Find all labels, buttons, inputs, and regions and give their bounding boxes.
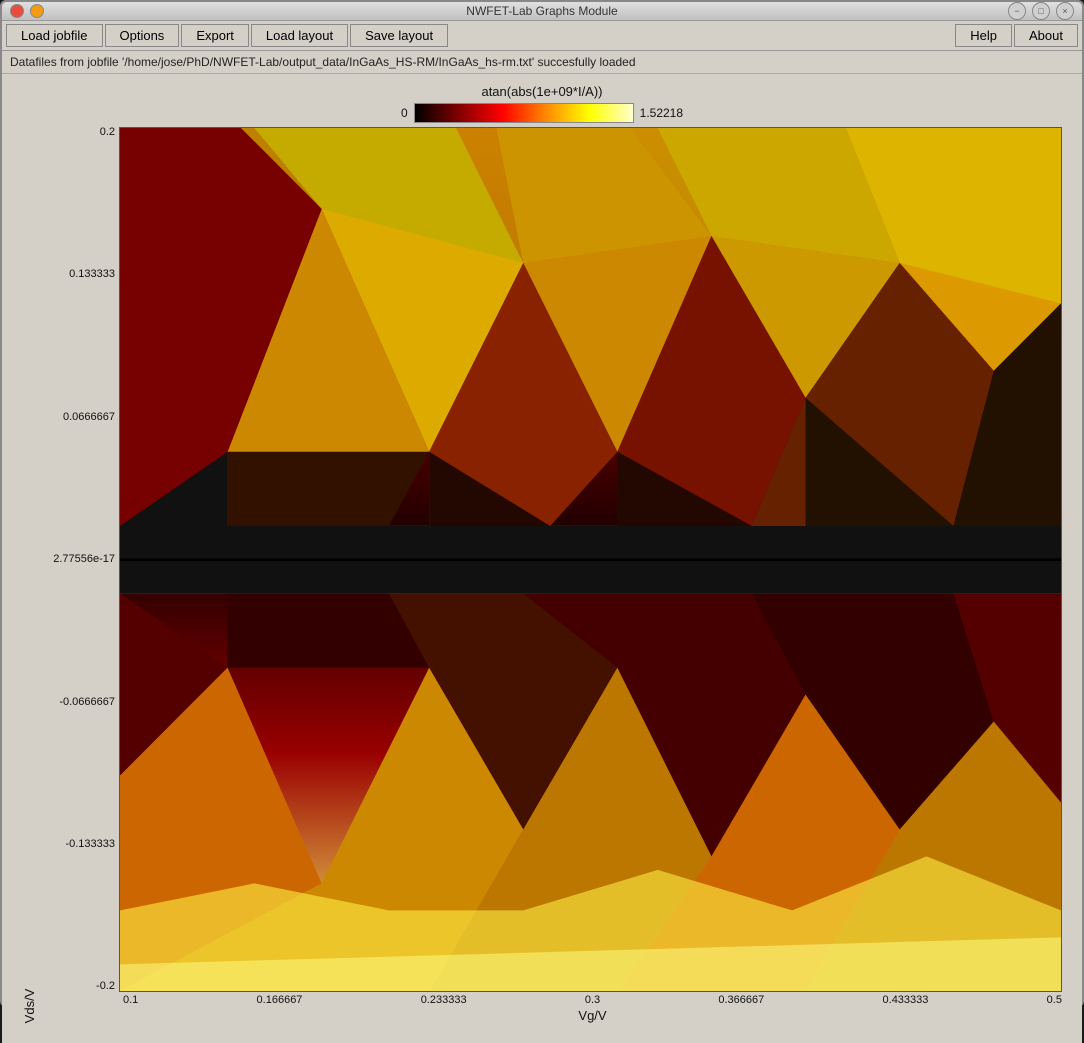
x-tick-2: 0.233333: [421, 994, 467, 1006]
y-tick-3: 2.77556e-17: [53, 554, 115, 565]
status-message: Datafiles from jobfile '/home/jose/PhD/N…: [10, 55, 636, 69]
title-bar-left-controls: [10, 4, 44, 18]
y-tick-0: 0.2: [100, 127, 115, 138]
window-control-minimize[interactable]: −: [1008, 2, 1026, 20]
x-tick-3: 0.3: [585, 994, 600, 1006]
help-button[interactable]: Help: [955, 24, 1012, 47]
title-bar: NWFET-Lab Graphs Module − □ ×: [2, 2, 1082, 21]
x-tick-0: 0.1: [123, 994, 138, 1006]
x-tick-1: 0.166667: [257, 994, 303, 1006]
export-button[interactable]: Export: [181, 24, 249, 47]
window-title: NWFET-Lab Graphs Module: [466, 4, 617, 18]
y-tick-4: -0.0666667: [59, 697, 115, 708]
y-axis-label: Vds/V: [22, 127, 37, 1023]
options-button[interactable]: Options: [105, 24, 180, 47]
y-tick-2: 0.0666667: [63, 412, 115, 423]
plot-with-yticks: 0.2 0.133333 0.0666667 2.77556e-17 -0.06…: [39, 127, 1062, 992]
colorbar-section: atan(abs(1e+09*I/A)) 0 1.52218: [22, 84, 1062, 123]
content-area: atan(abs(1e+09*I/A)) 0 1.52218 Vds/V 0.2…: [2, 74, 1082, 1043]
menu-bar: Load jobfile Options Export Load layout …: [2, 21, 1082, 51]
y-ticks: 0.2 0.133333 0.0666667 2.77556e-17 -0.06…: [39, 127, 119, 992]
x-tick-6: 0.5: [1047, 994, 1062, 1006]
y-tick-1: 0.133333: [69, 269, 115, 280]
save-layout-button[interactable]: Save layout: [350, 24, 448, 47]
title-bar-right-controls: − □ ×: [1008, 2, 1074, 20]
window-control-restore[interactable]: □: [1032, 2, 1050, 20]
status-bar: Datafiles from jobfile '/home/jose/PhD/N…: [2, 51, 1082, 74]
minimize-button[interactable]: [30, 4, 44, 18]
about-button[interactable]: About: [1014, 24, 1078, 47]
load-jobfile-button[interactable]: Load jobfile: [6, 24, 103, 47]
main-window: NWFET-Lab Graphs Module − □ × Load jobfi…: [0, 0, 1084, 1007]
y-tick-5: -0.133333: [65, 839, 115, 850]
x-tick-5: 0.433333: [883, 994, 929, 1006]
y-tick-6: -0.2: [96, 981, 115, 992]
heatmap-svg: [120, 128, 1061, 991]
window-control-close[interactable]: ×: [1056, 2, 1074, 20]
x-axis-label: Vg/V: [39, 1008, 1062, 1023]
colorbar-max-label: 1.52218: [640, 106, 683, 120]
plot-area: [119, 127, 1062, 992]
x-tick-4: 0.366667: [718, 994, 764, 1006]
colorbar-title: atan(abs(1e+09*I/A)): [481, 84, 602, 99]
plot-container: 0.2 0.133333 0.0666667 2.77556e-17 -0.06…: [39, 127, 1062, 1023]
colorbar-min-label: 0: [401, 106, 408, 120]
close-button[interactable]: [10, 4, 24, 18]
x-ticks-row: 0.1 0.166667 0.233333 0.3 0.366667 0.433…: [39, 994, 1062, 1006]
plot-wrapper: Vds/V 0.2 0.133333 0.0666667 2.77556e-17…: [22, 127, 1062, 1023]
colorbar-row: 0 1.52218: [401, 103, 683, 123]
load-layout-button[interactable]: Load layout: [251, 24, 348, 47]
colorbar-gradient: [414, 103, 634, 123]
